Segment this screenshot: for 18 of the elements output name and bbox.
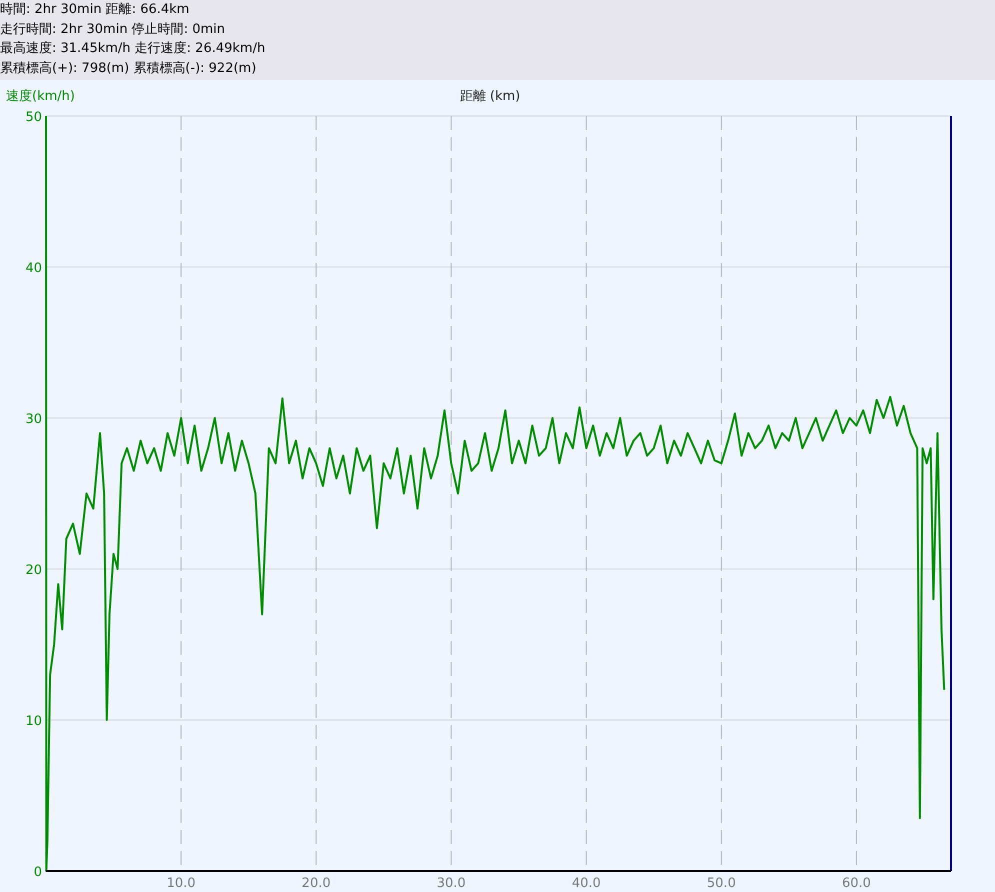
summary-line: 時間: 2hr 30min 距離: 66.4km [0, 1, 190, 19]
x-tick-label: 20.0 [302, 876, 331, 891]
y-tick-label: 20 [25, 563, 42, 578]
y-tick-label: 30 [25, 412, 42, 427]
y-tick-label: 50 [25, 110, 42, 125]
x-tick-label: 30.0 [436, 876, 466, 891]
y-axis-title: 速度(km/h) [6, 89, 75, 104]
summary-line: 走行時間: 2hr 30min 停止時間: 0min [0, 20, 226, 38]
x-tick-label: 10.0 [166, 876, 196, 891]
x-axis-title: 距離 (km) [460, 89, 520, 104]
summary-line: 最高速度: 31.45km/h 走行速度: 26.49km/h [0, 40, 266, 58]
x-tick-label: 40.0 [572, 876, 601, 891]
y-tick-label: 0 [34, 865, 42, 880]
x-tick-label: 60.0 [842, 876, 871, 891]
y-tick-label: 40 [25, 261, 42, 276]
y-tick-label: 10 [25, 714, 42, 729]
summary-line: 累積標高(+): 798(m) 累積標高(-): 922(m) [0, 60, 258, 78]
x-tick-label: 50.0 [706, 876, 736, 891]
